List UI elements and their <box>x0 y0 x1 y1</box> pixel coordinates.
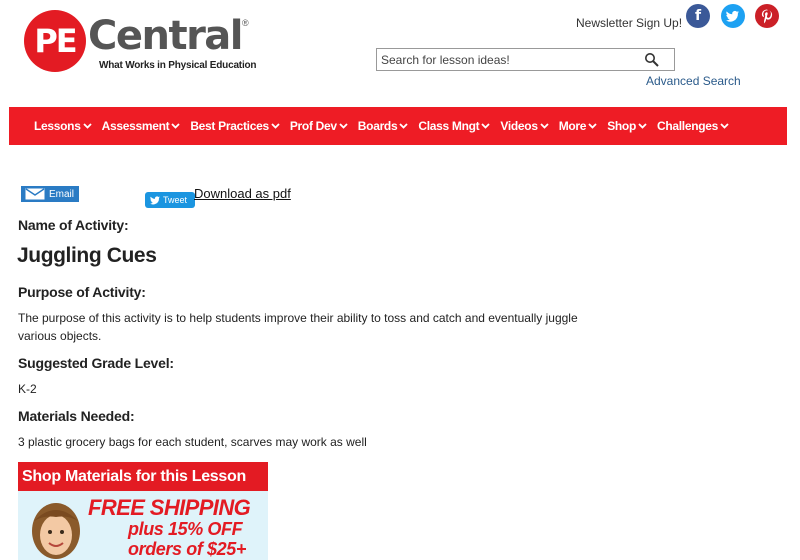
grade-level-text: K-2 <box>18 382 37 396</box>
envelope-icon <box>25 188 45 200</box>
tweet-label: Tweet <box>163 195 188 205</box>
email-share-button[interactable]: Email <box>21 186 79 202</box>
chevron-down-icon <box>588 123 597 129</box>
nav-item-label: Lessons <box>34 119 81 133</box>
twitter-icon[interactable] <box>721 4 745 28</box>
girl-photo-icon <box>32 503 80 559</box>
chevron-down-icon <box>82 123 92 129</box>
chevron-down-icon <box>481 123 490 129</box>
nav-item-boards[interactable]: Boards <box>358 107 409 145</box>
main-nav: Lessons Assessment Best Practices Prof D… <box>9 107 787 145</box>
ad-minimum-order: orders of $25+ <box>128 539 246 559</box>
ad-body: FREE SHIPPING plus 15% OFF orders of $25… <box>18 491 268 560</box>
nav-item-label: Boards <box>357 119 398 133</box>
nav-item-best-practices[interactable]: Best Practices <box>190 107 280 145</box>
nav-item-more[interactable]: More <box>559 107 597 145</box>
materials-label: Materials Needed: <box>18 408 135 424</box>
activity-name-label: Name of Activity: <box>18 217 129 233</box>
site-logo[interactable]: PE Central ® What Works in Physical Educ… <box>24 10 264 74</box>
search-icon[interactable] <box>644 52 660 68</box>
tweet-button[interactable]: Tweet <box>145 192 195 208</box>
ad-free-shipping: FREE SHIPPING <box>88 495 251 520</box>
chevron-down-icon <box>720 123 729 129</box>
facebook-icon[interactable]: f <box>686 4 710 28</box>
chevron-down-icon <box>171 123 180 129</box>
nav-item-challenges[interactable]: Challenges <box>657 107 729 145</box>
logo-tagline: What Works in Physical Education <box>99 60 257 71</box>
nav-item-label: Class Mngt <box>418 119 480 133</box>
materials-text: 3 plastic grocery bags for each student,… <box>18 435 367 449</box>
nav-item-label: More <box>558 119 587 133</box>
nav-item-label: Assessment <box>101 119 170 133</box>
nav-item-label: Shop <box>607 119 636 133</box>
chevron-down-icon <box>339 123 348 129</box>
download-pdf-link[interactable]: Download as pdf <box>194 186 291 201</box>
activity-title: Juggling Cues <box>17 244 157 267</box>
search-box <box>376 48 675 71</box>
ad-heading: Shop Materials for this Lesson <box>18 462 268 491</box>
ad-discount: plus 15% OFF <box>128 519 243 539</box>
newsletter-signup-link[interactable]: Newsletter Sign Up! <box>576 16 682 30</box>
chevron-down-icon <box>399 123 408 129</box>
nav-item-assessment[interactable]: Assessment <box>102 107 181 145</box>
nav-item-shop[interactable]: Shop <box>607 107 647 145</box>
purpose-text: The purpose of this activity is to help … <box>18 311 578 343</box>
chevron-down-icon <box>271 123 280 129</box>
logo-registered-mark: ® <box>242 18 249 28</box>
nav-item-videos[interactable]: Videos <box>500 107 549 145</box>
email-share-label: Email <box>49 188 75 200</box>
shop-materials-ad[interactable]: Shop Materials for this Lesson FREE SHIP… <box>18 462 268 560</box>
purpose-label: Purpose of Activity: <box>18 284 146 300</box>
grade-level-label: Suggested Grade Level: <box>18 355 174 371</box>
logo-pe-circle: PE <box>24 10 86 72</box>
nav-item-label: Videos <box>500 119 538 133</box>
nav-item-class-mngt[interactable]: Class Mngt <box>418 107 490 145</box>
logo-wordmark: Central <box>88 13 244 59</box>
nav-item-label: Best Practices <box>190 119 269 133</box>
nav-item-label: Prof Dev <box>289 119 337 133</box>
chevron-down-icon <box>540 123 549 129</box>
nav-item-label: Challenges <box>656 119 719 133</box>
twitter-bird-icon <box>150 195 160 204</box>
pinterest-icon[interactable] <box>755 4 779 28</box>
search-input[interactable] <box>377 49 637 70</box>
nav-item-lessons[interactable]: Lessons <box>34 107 92 145</box>
advanced-search-link[interactable]: Advanced Search <box>646 74 741 88</box>
chevron-down-icon <box>638 123 647 129</box>
nav-item-prof-dev[interactable]: Prof Dev <box>290 107 348 145</box>
